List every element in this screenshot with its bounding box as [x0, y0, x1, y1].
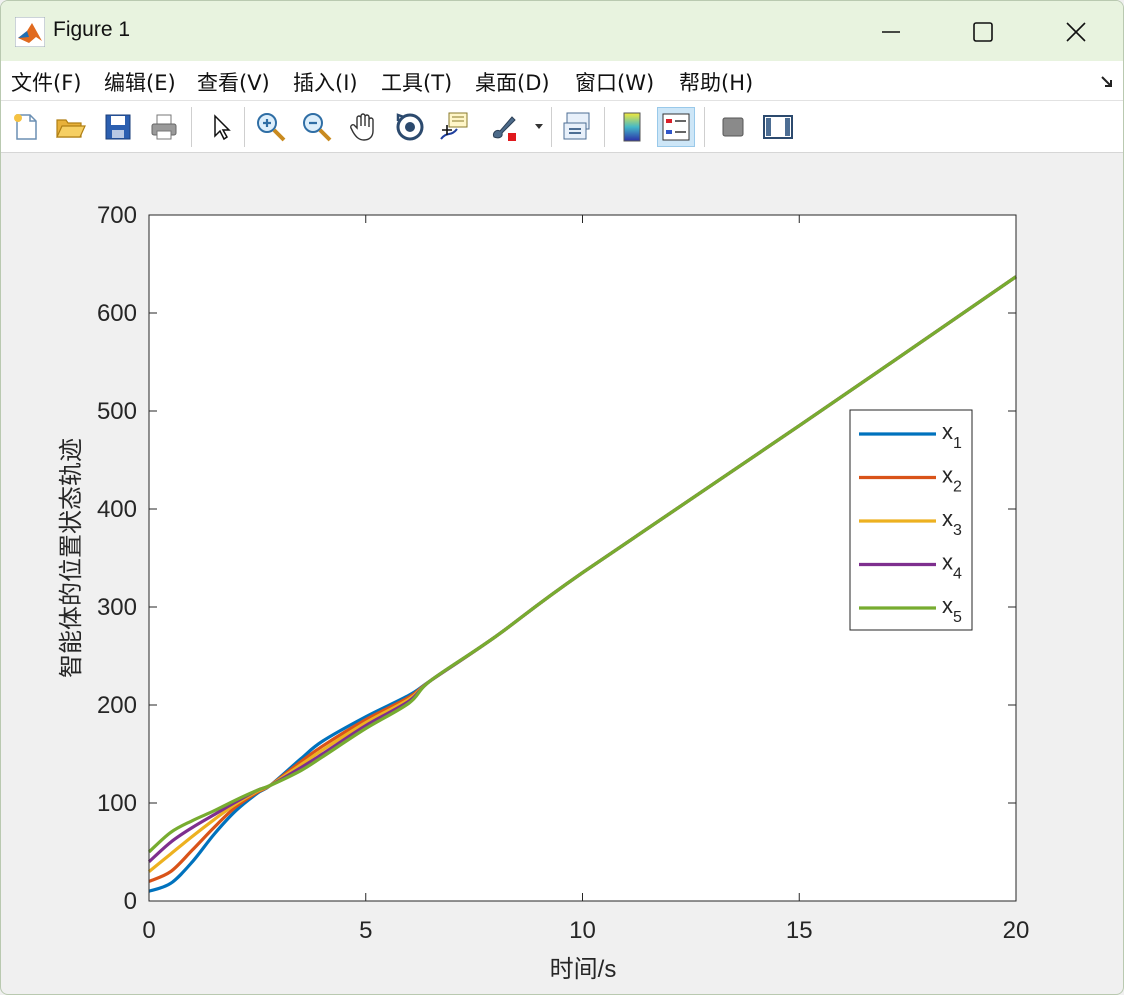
maximize-icon [973, 22, 993, 42]
menu-help[interactable]: 帮助(H) [679, 67, 753, 97]
brush-dropdown-icon[interactable] [534, 121, 544, 131]
plot-svg[interactable]: 0 5 10 15 200100200300400500600700 时间/s 智能体的… [1, 153, 1124, 995]
hide-plot-tools-icon [722, 117, 744, 137]
x-tick-label: 0 [142, 917, 155, 944]
toolbar-separator [551, 107, 552, 147]
x-tick-label: 15 [786, 917, 813, 944]
toolbar-separator [244, 107, 245, 147]
y-tick-label: 400 [97, 496, 137, 523]
cursor-arrow-icon [214, 114, 231, 141]
menu-desktop[interactable]: 桌面(D) [475, 67, 550, 97]
figure-toolbar [1, 101, 1123, 153]
toolbar-separator [704, 107, 705, 147]
zoom-out-button[interactable] [298, 107, 336, 147]
menu-edit[interactable]: 编辑(E) [104, 67, 176, 97]
save-disk-icon [105, 114, 131, 140]
zoom-in-button[interactable] [252, 107, 290, 147]
x-tick-label: 20 [1003, 917, 1030, 944]
minimize-icon [882, 31, 900, 33]
maximize-button[interactable] [948, 11, 1018, 53]
y-tick-label: 0 [124, 888, 137, 915]
x-axis-label: 时间/s [550, 956, 617, 983]
dock-arrow-icon[interactable] [1099, 74, 1115, 90]
minimize-button[interactable] [856, 11, 926, 53]
figure-window: Figure 1 文件(F) 编辑(E) 查看(V) 插入(I) 工具(T) 桌… [0, 0, 1124, 995]
y-tick-label: 100 [97, 790, 137, 817]
rotate-3d-button[interactable] [391, 107, 429, 147]
menu-view[interactable]: 查看(V) [197, 67, 270, 97]
save-button[interactable] [99, 107, 137, 147]
y-tick-label: 300 [97, 594, 137, 621]
y-axis-label: 智能体的位置状态轨迹 [58, 438, 85, 678]
link-plot-icon [563, 112, 590, 140]
folder-open-icon [56, 119, 86, 138]
insert-legend-button[interactable] [657, 107, 695, 147]
y-tick-label: 500 [97, 398, 137, 425]
show-plot-tools-button[interactable] [759, 107, 797, 147]
data-cursor-button[interactable] [436, 107, 474, 147]
colorbar-icon [623, 112, 641, 142]
legend-icon [662, 113, 690, 141]
menu-tools[interactable]: 工具(T) [381, 67, 452, 97]
link-plot-button[interactable] [558, 107, 596, 147]
window-title: Figure 1 [53, 18, 131, 41]
print-button[interactable] [145, 107, 183, 147]
x-tick-label: 10 [569, 917, 596, 944]
x-tick-label: 5 [359, 917, 372, 944]
rotate-3d-icon [396, 113, 424, 141]
y-tick-label: 600 [97, 300, 137, 327]
matlab-logo-icon [15, 17, 45, 47]
new-figure-button[interactable] [7, 107, 45, 147]
legend[interactable]: x1x2x3x4x5 [849, 409, 973, 631]
close-icon [1066, 22, 1086, 42]
zoom-in-icon [257, 113, 286, 142]
y-tick-label: 200 [97, 692, 137, 719]
data-tip-icon [440, 112, 468, 140]
open-file-button[interactable] [51, 107, 89, 147]
y-tick-label: 700 [97, 202, 137, 229]
toolbar-separator [604, 107, 605, 147]
brush-icon [493, 116, 516, 141]
close-button[interactable] [1041, 11, 1111, 53]
insert-colorbar-button[interactable] [613, 107, 651, 147]
show-plot-tools-icon [763, 115, 793, 139]
pan-hand-icon [350, 113, 374, 141]
title-bar[interactable]: Figure 1 [1, 1, 1123, 61]
brush-button[interactable] [485, 107, 523, 147]
menu-bar: 文件(F) 编辑(E) 查看(V) 插入(I) 工具(T) 桌面(D) 窗口(W… [1, 61, 1123, 101]
edit-plot-button[interactable] [201, 107, 239, 147]
new-file-icon [14, 114, 37, 140]
menu-file[interactable]: 文件(F) [11, 67, 81, 97]
pan-button[interactable] [345, 107, 383, 147]
toolbar-separator [191, 107, 192, 147]
menu-insert[interactable]: 插入(I) [293, 67, 358, 97]
zoom-out-icon [303, 113, 332, 142]
hide-plot-tools-button[interactable] [714, 107, 752, 147]
printer-icon [151, 114, 177, 140]
menu-window[interactable]: 窗口(W) [575, 67, 654, 97]
figure-canvas[interactable]: 0 5 10 15 20 0 100 200 300 400 500 600 700 时间/s 智能体的… [1, 153, 1124, 995]
